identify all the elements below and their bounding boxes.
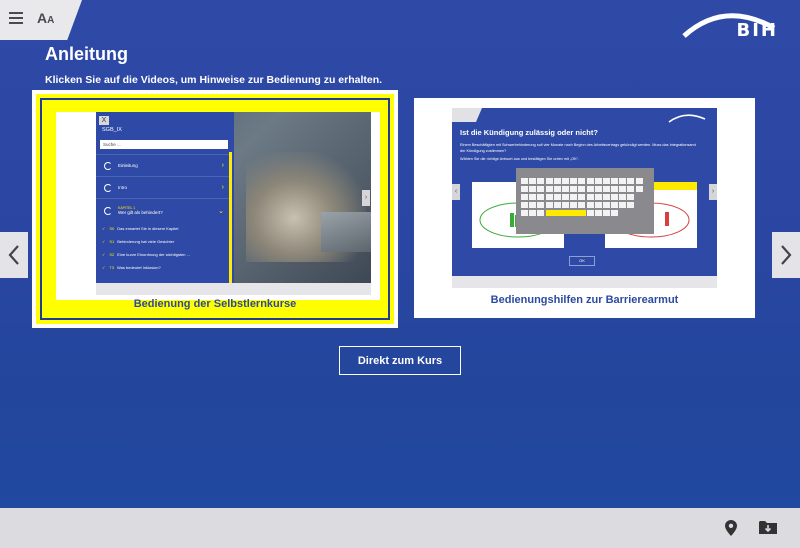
preview-ok-button: OK bbox=[569, 256, 595, 266]
preview-next-arrow: › bbox=[709, 184, 717, 200]
chevron-left-icon bbox=[8, 245, 19, 265]
page-subtitle: Klicken Sie auf die Videos, um Hinweise … bbox=[45, 74, 383, 86]
map-pin-icon[interactable] bbox=[725, 520, 737, 536]
preview-course-name: SGB_IX bbox=[102, 127, 122, 133]
preview-logo bbox=[668, 114, 706, 123]
preview-scrollbar bbox=[229, 152, 232, 283]
chevron-down-icon: ⌄ bbox=[218, 207, 224, 215]
preview-onscreen-keyboard bbox=[516, 168, 654, 234]
preview-prev-arrow: ‹ bbox=[452, 184, 460, 200]
chevron-right-icon bbox=[781, 245, 792, 265]
card-caption: Bedienungshilfen zur Barrierearmut bbox=[490, 294, 679, 306]
preview-item: Einleitung › bbox=[96, 154, 230, 176]
preview-bottom-bar bbox=[96, 283, 371, 295]
preview-chapter: KAPITEL 1 Wer gilt als behindert? ⌄ bbox=[96, 198, 230, 222]
preview-quiz-text: Einem Beschäftigten mit Schwerbehinderun… bbox=[460, 143, 696, 161]
folder-download-icon[interactable] bbox=[759, 520, 777, 535]
preview-lesson: ✓ S2 Eine kurze Einordnung der wichtigsten… bbox=[102, 252, 190, 257]
preview-search: Suche ... bbox=[100, 140, 228, 149]
preview-lesson: ✓ S0 Das erwartet Sie in diesem Kapitel bbox=[102, 226, 179, 231]
top-toolbar: AA bbox=[0, 0, 82, 40]
hamburger-icon[interactable] bbox=[9, 12, 23, 24]
logo-text: BIH bbox=[736, 20, 778, 41]
preview-lesson: ✓ S1 Behinderung hat viele Gesichter bbox=[102, 239, 175, 244]
font-size-label-small: A bbox=[47, 15, 55, 26]
card-inner-frame: › X SGB_IX Suche ... Einleitung › Intro bbox=[40, 98, 390, 320]
video-thumbnail[interactable]: Ist die Kündigung zulässig oder nicht? E… bbox=[452, 108, 717, 288]
preview-laptop-image bbox=[321, 212, 371, 252]
preview-bottom-bar bbox=[452, 276, 717, 288]
video-card-selfstudy[interactable]: › X SGB_IX Suche ... Einleitung › Intro bbox=[32, 90, 398, 328]
preview-lesson: ✓ T3 Was bedeutet Inklusion? bbox=[102, 265, 161, 270]
preview-quiz-title: Ist die Kündigung zulässig oder nicht? bbox=[460, 128, 598, 137]
video-card-accessibility[interactable]: Ist die Kündigung zulässig oder nicht? E… bbox=[414, 98, 755, 318]
card-caption: Bedienung der Selbstlernkurse bbox=[133, 298, 297, 310]
bih-logo: BIH bbox=[678, 6, 778, 41]
page-title: Anleitung bbox=[45, 44, 128, 64]
chevron-right-icon: › bbox=[221, 162, 224, 169]
progress-ring-icon bbox=[104, 183, 112, 192]
preview-item: Intro › bbox=[96, 176, 230, 198]
video-thumbnail[interactable]: › X SGB_IX Suche ... Einleitung › Intro bbox=[56, 112, 380, 300]
chevron-right-icon: › bbox=[221, 184, 224, 191]
footer-bar bbox=[0, 508, 800, 548]
preview-next-arrow: › bbox=[362, 190, 370, 206]
font-size-label-big: A bbox=[37, 10, 48, 26]
direct-to-course-button[interactable]: Direkt zum Kurs bbox=[339, 346, 461, 375]
progress-ring-icon bbox=[104, 206, 112, 215]
carousel-prev-button[interactable] bbox=[0, 232, 28, 278]
preview-close-icon: X bbox=[99, 115, 109, 125]
preview-course-menu: › X SGB_IX Suche ... Einleitung › Intro bbox=[56, 112, 380, 300]
carousel-next-button[interactable] bbox=[772, 232, 800, 278]
progress-ring-icon bbox=[104, 161, 112, 170]
selection-highlight: › X SGB_IX Suche ... Einleitung › Intro bbox=[36, 94, 394, 324]
preview-side-panel: X SGB_IX Suche ... Einleitung › Intro › bbox=[96, 112, 234, 283]
font-size-icon[interactable]: AA bbox=[37, 10, 57, 28]
